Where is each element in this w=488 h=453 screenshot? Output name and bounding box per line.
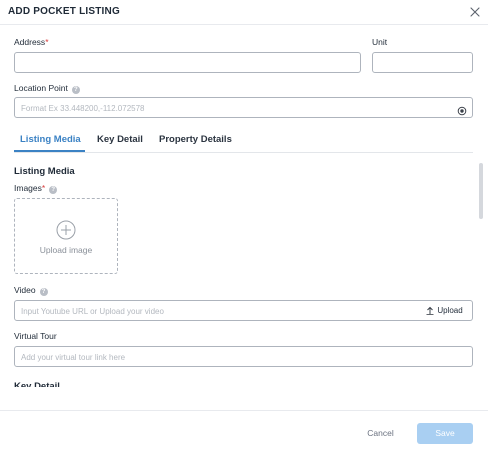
upload-button-label: Upload	[437, 306, 463, 315]
listing-media-heading: Listing Media	[14, 166, 75, 177]
upload-image-dropzone[interactable]: Upload image	[14, 198, 118, 274]
location-field-wrapper	[14, 97, 473, 118]
plus-circle-icon	[56, 220, 76, 240]
unit-field-wrapper	[372, 52, 473, 73]
required-mark: *	[45, 37, 49, 47]
info-icon[interactable]: ?	[39, 288, 48, 296]
active-tab-indicator	[14, 150, 85, 152]
save-button[interactable]: Save	[417, 423, 473, 444]
location-input[interactable]	[15, 99, 472, 118]
tab-property-details[interactable]: Property Details	[159, 134, 232, 145]
key-detail-heading: Key Detail	[14, 381, 60, 387]
required-mark: *	[41, 183, 46, 193]
address-label-text: Address	[14, 37, 46, 47]
upload-video-button[interactable]: Upload	[417, 300, 473, 321]
modal-header: ADD POCKET LISTING	[0, 0, 488, 25]
virtual-tour-field-wrapper	[14, 346, 473, 367]
add-pocket-listing-modal: ADD POCKET LISTING Address* Unit Locatio…	[0, 0, 488, 453]
address-label: Address*	[14, 37, 49, 47]
video-url-input[interactable]	[15, 302, 417, 321]
upload-arrow-icon	[426, 306, 434, 315]
video-field-wrapper	[14, 300, 418, 321]
modal-title: ADD POCKET LISTING	[8, 6, 120, 17]
location-label-text: Location Point	[14, 83, 68, 93]
address-field-wrapper	[14, 52, 361, 73]
modal-footer: Cancel Save	[0, 410, 488, 453]
scrollbar-thumb[interactable]	[479, 163, 483, 219]
tab-bar: Listing Media Key Detail Property Detail…	[14, 126, 473, 153]
target-icon[interactable]	[457, 103, 467, 116]
virtual-tour-label: Virtual Tour	[14, 331, 57, 341]
upload-image-label: Upload image	[39, 245, 93, 255]
unit-label: Unit	[372, 37, 388, 47]
info-icon[interactable]: ?	[49, 186, 58, 194]
video-label: Video?	[14, 285, 48, 296]
close-icon[interactable]	[469, 5, 481, 17]
tab-key-detail[interactable]: Key Detail	[97, 134, 143, 145]
unit-input[interactable]	[373, 54, 472, 73]
video-label-text: Video	[14, 285, 36, 295]
images-label-text: Images	[14, 183, 42, 193]
location-label: Location Point?	[14, 83, 80, 94]
address-input[interactable]	[15, 54, 360, 73]
cancel-button[interactable]: Cancel	[358, 423, 403, 444]
tab-listing-media[interactable]: Listing Media	[20, 134, 81, 145]
info-icon[interactable]: ?	[71, 86, 80, 94]
virtual-tour-input[interactable]	[15, 348, 472, 367]
images-label: Images*?	[14, 183, 58, 194]
